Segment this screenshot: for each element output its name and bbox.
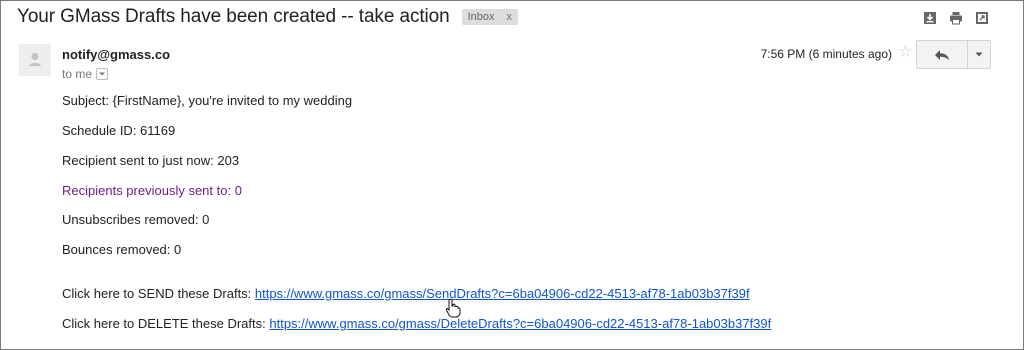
subject-row: Your GMass Drafts have been created -- t…	[17, 6, 518, 28]
reply-button-group	[916, 40, 991, 69]
inbox-label-chip[interactable]: Inbox x	[461, 9, 518, 25]
message-toolbar	[923, 11, 989, 25]
send-drafts-link[interactable]: https://www.gmass.co/gmass/SendDrafts?c=…	[255, 286, 750, 301]
body-recipients-previous: Recipients previously sent to: 0	[62, 183, 242, 198]
send-drafts-prefix: Click here to SEND these Drafts:	[62, 286, 255, 301]
inbox-label-text: Inbox	[467, 11, 495, 23]
remove-label-button[interactable]: x	[507, 11, 513, 23]
body-unsubscribes: Unsubscribes removed: 0	[62, 212, 210, 227]
sender-avatar	[19, 44, 51, 76]
new-window-icon[interactable]	[975, 11, 989, 25]
download-icon[interactable]	[923, 11, 937, 25]
star-icon[interactable]: ☆	[898, 43, 913, 60]
chevron-down-icon	[99, 72, 106, 76]
message-timestamp: 7:56 PM (6 minutes ago)	[760, 47, 892, 61]
hand-cursor-icon	[445, 298, 461, 318]
body-recipient-sent: Recipient sent to just now: 203	[62, 153, 240, 168]
recipient-line: to me	[62, 67, 109, 81]
sender-address[interactable]: notify@gmass.co	[62, 47, 170, 62]
delete-drafts-line: Click here to DELETE these Drafts: https…	[62, 316, 771, 331]
body-schedule-id: Schedule ID: 61169	[62, 123, 176, 138]
email-subject: Your GMass Drafts have been created -- t…	[17, 6, 450, 27]
body-subject-line: Subject: {FirstName}, you're invited to …	[62, 93, 353, 108]
show-details-button[interactable]	[96, 68, 109, 80]
email-view: Your GMass Drafts have been created -- t…	[0, 0, 1024, 350]
delete-drafts-link[interactable]: https://www.gmass.co/gmass/DeleteDrafts?…	[269, 316, 771, 331]
body-bounces: Bounces removed: 0	[62, 242, 182, 257]
send-drafts-line: Click here to SEND these Drafts: https:/…	[62, 286, 750, 301]
person-icon	[28, 52, 42, 66]
chevron-down-icon	[975, 52, 983, 57]
reply-icon	[935, 49, 949, 60]
reply-button[interactable]	[916, 40, 968, 69]
recipient-label: to me	[62, 67, 93, 81]
delete-drafts-prefix: Click here to DELETE these Drafts:	[62, 316, 270, 331]
print-icon[interactable]	[949, 11, 963, 25]
more-actions-button[interactable]	[968, 40, 991, 69]
